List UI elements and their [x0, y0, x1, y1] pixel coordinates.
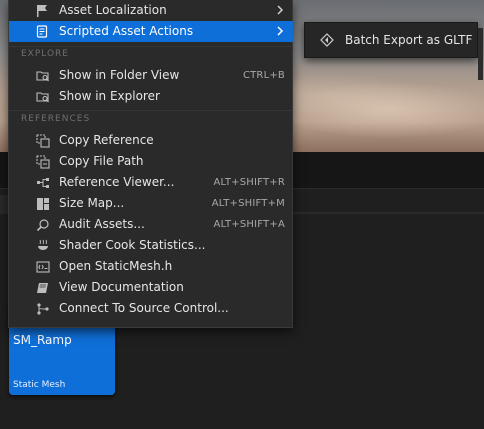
size-map-icon — [35, 196, 50, 211]
section-divider — [9, 110, 293, 111]
flag-icon — [35, 3, 50, 18]
shortcut-label: ALT+SHIFT+M — [211, 198, 285, 209]
copy-icon — [35, 133, 50, 148]
menu-item-reference-viewer[interactable]: Reference Viewer... ALT+SHIFT+R — [9, 172, 293, 193]
menu-item-asset-localization[interactable]: Asset Localization — [9, 0, 293, 21]
menu-item-label: Copy File Path — [59, 154, 144, 168]
folder-search-icon — [35, 89, 50, 104]
menu-item-label: Asset Localization — [59, 3, 167, 17]
export-diamond-icon — [320, 33, 334, 47]
menu-item-label: Shader Cook Statistics... — [59, 238, 206, 252]
scripted-actions-submenu: Batch Export as GLTF — [304, 22, 478, 58]
copy-path-icon — [35, 154, 50, 169]
viewport-scrollbar[interactable] — [478, 28, 483, 80]
shortcut-label: ALT+SHIFT+A — [213, 219, 285, 230]
section-header-explore: EXPLORE — [21, 49, 69, 59]
menu-item-size-map[interactable]: Size Map... ALT+SHIFT+M — [9, 193, 293, 214]
menu-item-label: Show in Folder View — [59, 68, 180, 82]
menu-item-connect-source-control[interactable]: Connect To Source Control... — [9, 298, 293, 319]
code-file-icon — [35, 259, 50, 274]
section-divider — [9, 46, 293, 47]
section-header-references: REFERENCES — [21, 114, 91, 124]
menu-item-label: Size Map... — [59, 196, 125, 210]
menu-item-show-in-folder-view[interactable]: Show in Folder View CTRL+B — [9, 65, 293, 86]
menu-item-label: Show in Explorer — [59, 89, 160, 103]
shortcut-label: CTRL+B — [242, 70, 285, 81]
menu-item-scripted-asset-actions[interactable]: Scripted Asset Actions — [9, 21, 293, 42]
chevron-right-icon — [275, 3, 285, 17]
menu-item-audit-assets[interactable]: Audit Assets... ALT+SHIFT+A — [9, 214, 293, 235]
menu-item-copy-file-path[interactable]: Copy File Path — [9, 151, 293, 172]
documentation-icon — [35, 280, 50, 295]
menu-item-label: Connect To Source Control... — [59, 301, 229, 315]
context-menu: Asset Localization Scripted Asset Action… — [8, 0, 293, 328]
menu-item-show-in-explorer[interactable]: Show in Explorer — [9, 86, 293, 107]
menu-item-label: Reference Viewer... — [59, 175, 175, 189]
folder-search-icon — [35, 68, 50, 83]
shortcut-label: ALT+SHIFT+R — [213, 177, 285, 188]
menu-item-batch-export-gltf[interactable]: Batch Export as GLTF — [305, 23, 477, 57]
asset-name: SM_Ramp — [13, 333, 72, 347]
source-control-icon — [35, 301, 50, 316]
menu-item-open-header-file[interactable]: Open StaticMesh.h — [9, 256, 293, 277]
menu-item-shader-cook-statistics[interactable]: Shader Cook Statistics... — [9, 235, 293, 256]
menu-item-label: Scripted Asset Actions — [59, 24, 194, 38]
menu-item-label: Copy Reference — [59, 133, 154, 147]
menu-item-label: Audit Assets... — [59, 217, 145, 231]
shader-icon — [35, 238, 50, 253]
menu-item-view-documentation[interactable]: View Documentation — [9, 277, 293, 298]
menu-item-label: View Documentation — [59, 280, 184, 294]
asset-type-label: Static Mesh — [13, 380, 66, 390]
menu-item-copy-reference[interactable]: Copy Reference — [9, 130, 293, 151]
script-icon — [35, 24, 50, 39]
menu-item-label: Batch Export as GLTF — [345, 33, 473, 47]
audit-icon — [35, 217, 50, 232]
menu-item-label: Open StaticMesh.h — [59, 259, 173, 273]
chevron-right-icon — [275, 24, 285, 38]
reference-viewer-icon — [35, 175, 50, 190]
